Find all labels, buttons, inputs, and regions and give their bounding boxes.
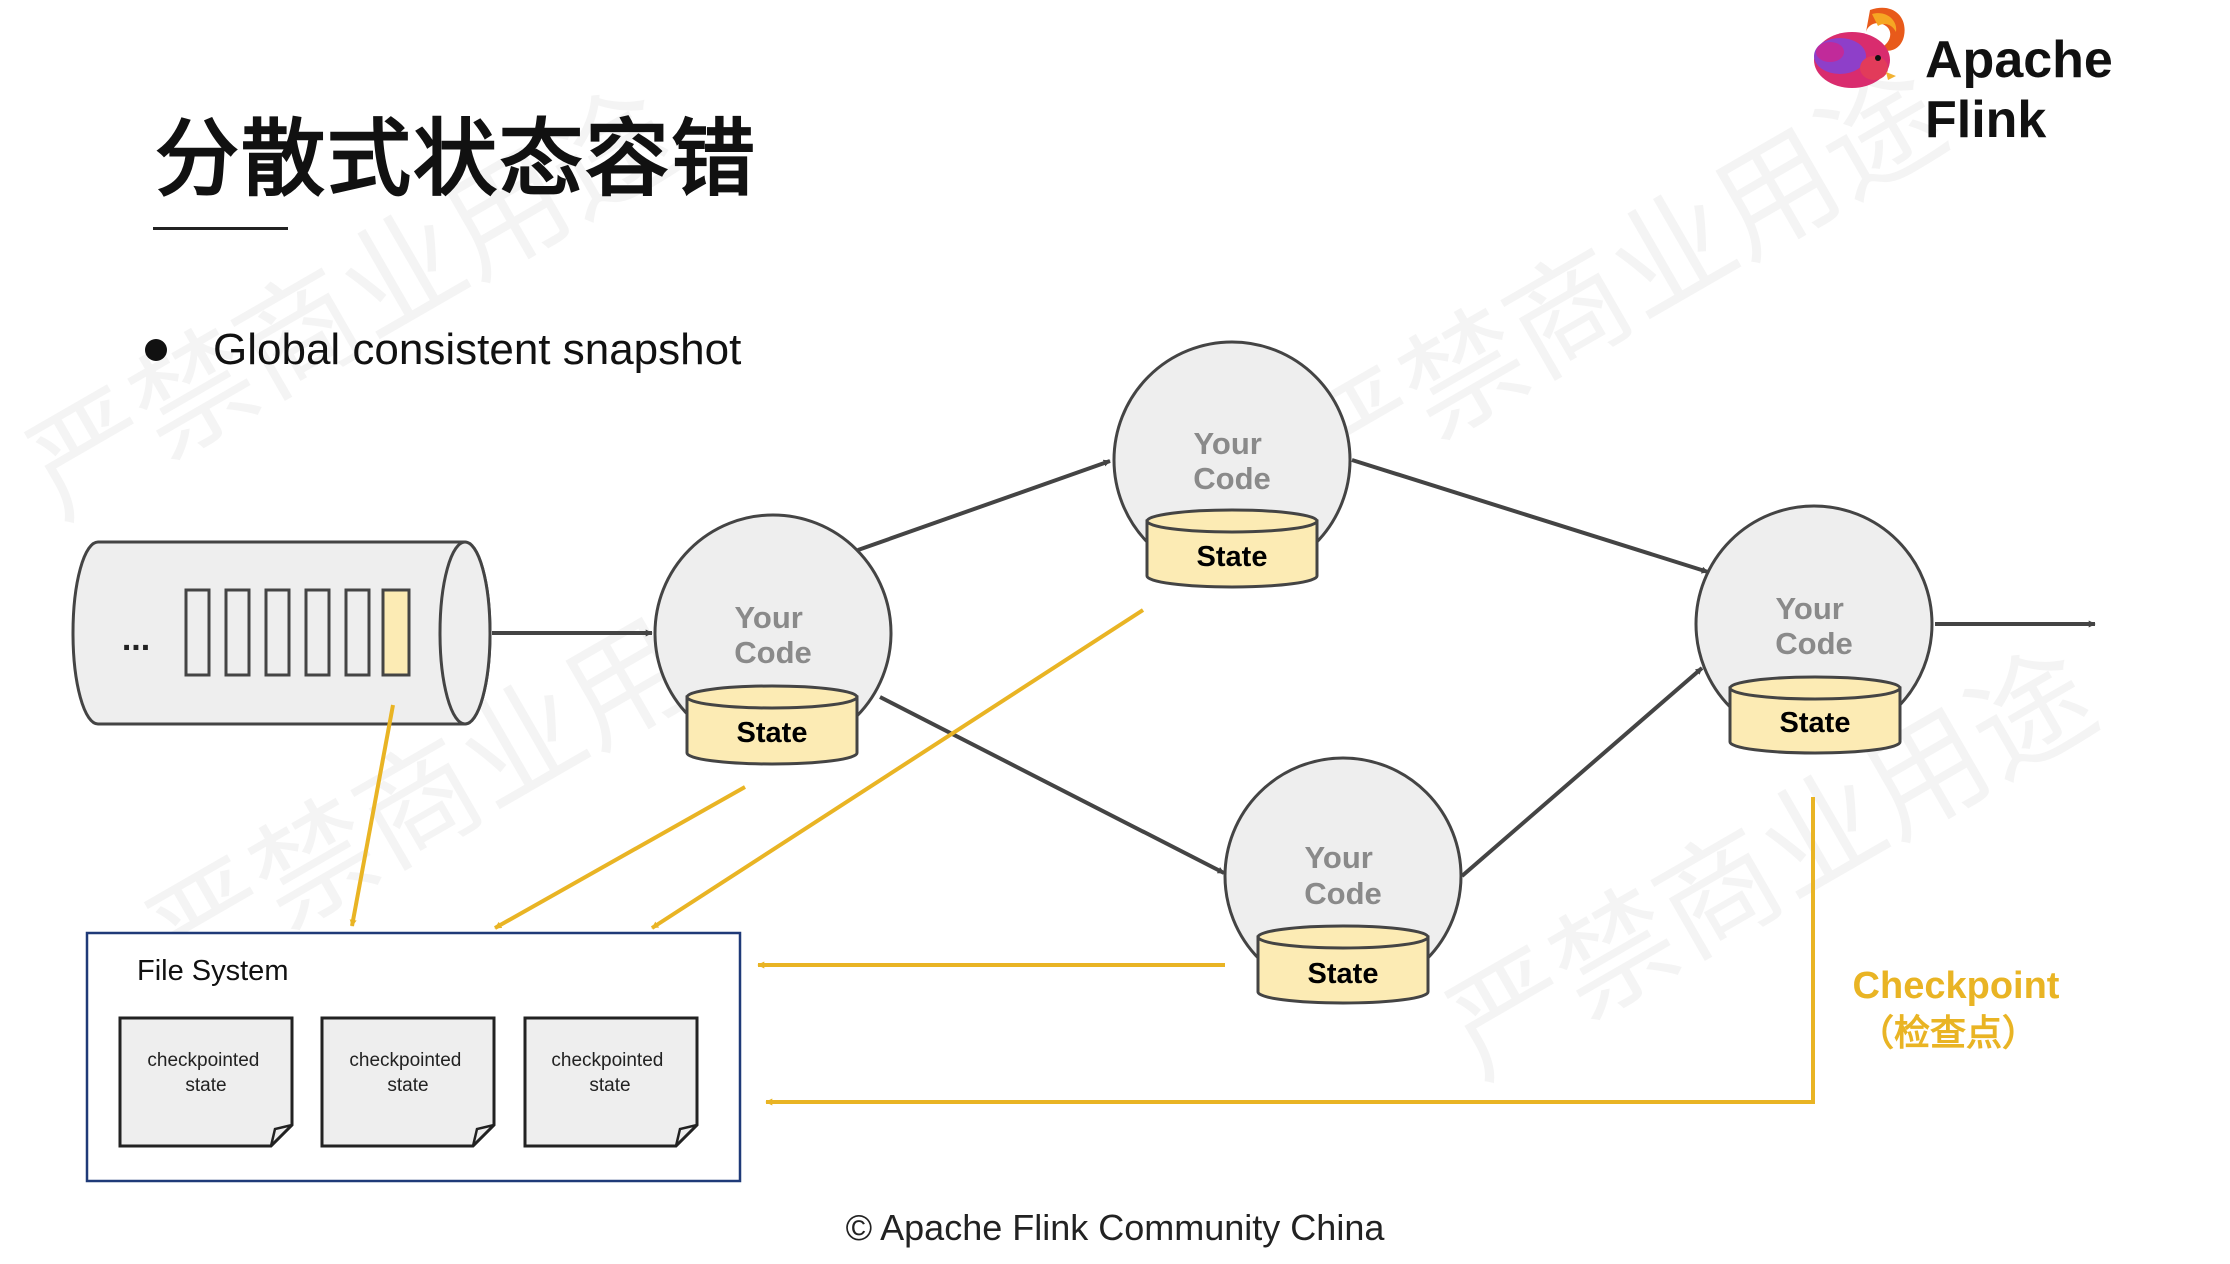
queue-record [224, 588, 251, 677]
state-label: State [1308, 958, 1379, 990]
brand-name: Apache Flink [1925, 31, 2113, 149]
source-queue: ... [71, 540, 492, 726]
queue-ellipsis: ... [122, 620, 150, 658]
your-code-label: Your Code [1193, 426, 1271, 496]
operator-node-1: Your Code State [653, 513, 893, 766]
file-system: File System checkpointed state checkpoin… [85, 931, 742, 1183]
title-underline [153, 227, 288, 230]
watermark-2: 严禁商业用途 [1276, 46, 1967, 522]
queue-record-barrier [381, 588, 411, 677]
state-store-top [1256, 924, 1430, 950]
queue-end-cap [438, 540, 492, 726]
copyright-footer: © Apache Flink Community China [845, 1207, 1385, 1248]
operator-node-3: Your Code State [1223, 756, 1463, 1005]
queue-record [304, 588, 331, 677]
your-code-label: Your Code [1304, 840, 1382, 911]
checkpoint-sublabel: （检查点） [1858, 1012, 2038, 1053]
state-store-top [1728, 675, 1902, 701]
edge-node1-to-node2 [857, 459, 1111, 552]
queue-record [264, 588, 291, 677]
queue-record [344, 588, 371, 677]
checkpointed-state-file: checkpointed state [320, 1016, 496, 1148]
flink-squirrel-logo [1814, 7, 1905, 88]
state-label: State [1780, 707, 1851, 739]
queue-record [184, 588, 211, 677]
checkpoint-label: Checkpoint [1853, 965, 2060, 1007]
your-code-label: Your Code [1775, 591, 1853, 661]
edge-node2-to-node4 [1351, 458, 1709, 574]
checkpointed-state-file: checkpointed state [523, 1016, 699, 1148]
state-label: State [1197, 541, 1268, 573]
state-store-top [1145, 508, 1319, 534]
operator-node-4: Your Code State [1694, 504, 1934, 755]
file-system-label: File System [137, 955, 288, 987]
bullet-dot [145, 339, 167, 361]
edge-node3-to-node4 [1460, 666, 1704, 878]
bullet-text: Global consistent snapshot [213, 325, 742, 374]
operator-node-2: Your Code State [1112, 340, 1352, 589]
edge-node1-to-node3 [879, 695, 1225, 875]
your-code-label: Your Code [734, 600, 812, 670]
state-store-top [685, 684, 859, 710]
slide-title: 分散式状态容错 [155, 110, 758, 208]
state-label: State [737, 717, 808, 749]
checkpointed-state-file: checkpointed state [118, 1016, 294, 1148]
